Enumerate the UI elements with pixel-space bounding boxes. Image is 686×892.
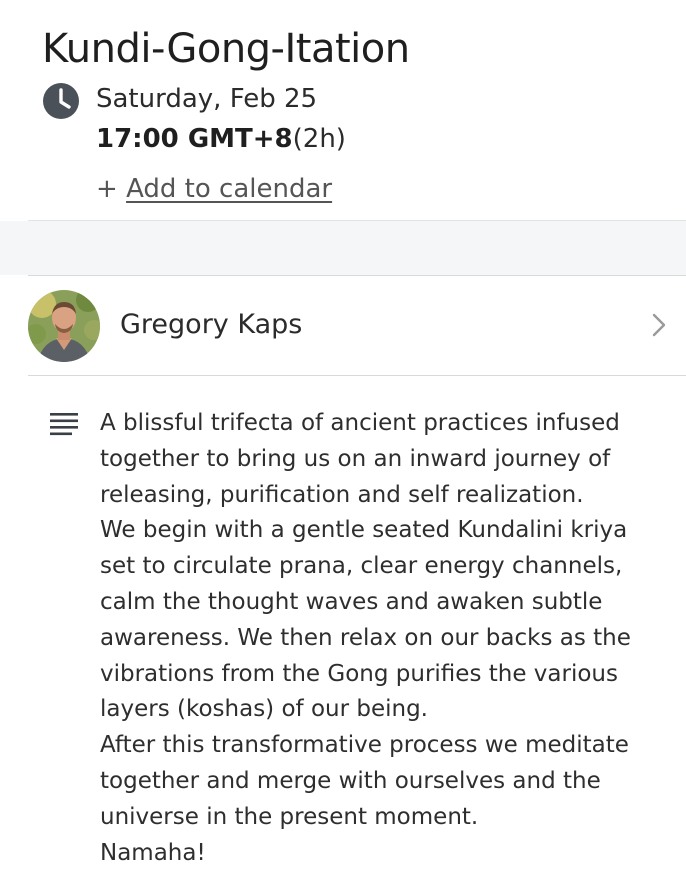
- section-spacer: [0, 221, 686, 275]
- clock-icon: [43, 83, 79, 119]
- event-title: Kundi-Gong-Itation: [42, 26, 410, 72]
- host-avatar: [28, 290, 100, 362]
- add-prefix: +: [96, 174, 127, 204]
- event-start-time: 17:00 GMT+8: [96, 124, 293, 154]
- host-name: Gregory Kaps: [120, 309, 303, 340]
- person-avatar-icon: [28, 290, 100, 362]
- host-row[interactable]: Gregory Kaps: [0, 276, 686, 375]
- chevron-right-icon: [652, 313, 666, 337]
- description-lines-icon: [50, 413, 78, 436]
- event-page: Kundi-Gong-Itation Saturday, Feb 25 17:0…: [0, 0, 686, 892]
- event-description: A blissful trifecta of ancient practices…: [100, 410, 631, 866]
- add-to-calendar-button[interactable]: + Add to calendar: [96, 174, 332, 204]
- add-to-calendar-link[interactable]: Add to calendar: [126, 174, 332, 204]
- event-date: Saturday, Feb 25: [96, 84, 318, 114]
- event-duration: (2h): [292, 124, 346, 154]
- event-time: 17:00 GMT+8(2h): [96, 124, 346, 154]
- divider: [28, 375, 686, 376]
